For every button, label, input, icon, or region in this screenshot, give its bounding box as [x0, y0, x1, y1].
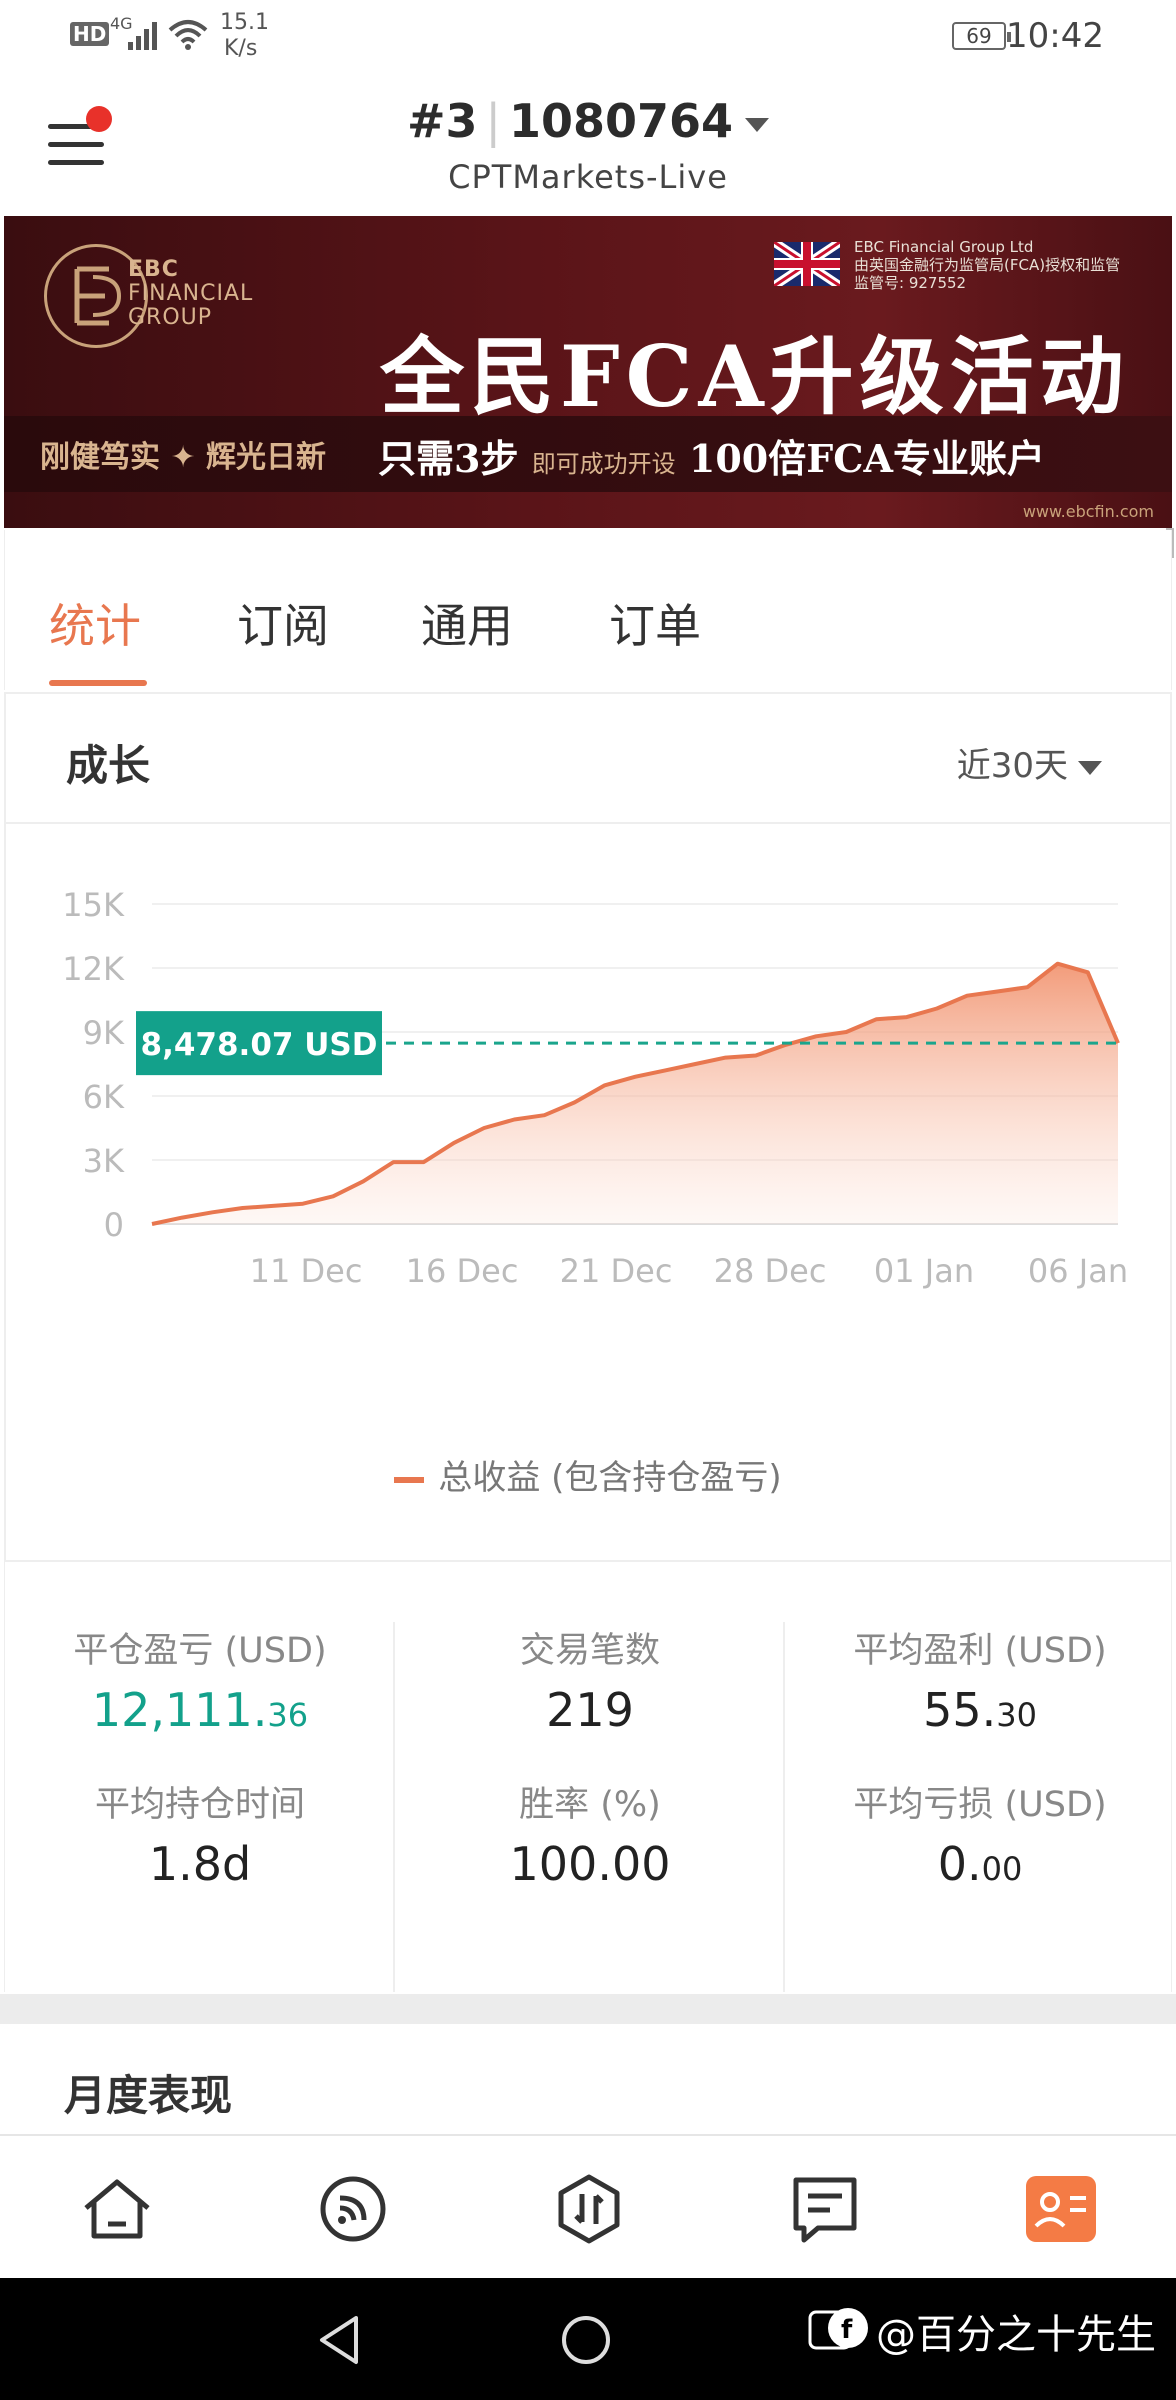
- account-switcher[interactable]: #3 | 1080764: [0, 94, 1176, 148]
- monthly-title: 月度表现: [64, 2071, 233, 2120]
- growth-header: 成长 近30天: [6, 694, 1170, 824]
- offer-connector: 即可成功开设: [531, 450, 676, 478]
- app-header: #3 | 1080764 CPTMarkets-Live: [0, 72, 1176, 212]
- stat-label: 平均亏损 (USD): [853, 1785, 1107, 1825]
- x-tick-label: 16 Dec: [406, 1252, 519, 1290]
- regulator-line-2: 由英国金融行为监管局(FCA)授权和监管: [854, 256, 1121, 274]
- stat-closed-pnl: 平仓盈亏 (USD) 12,111.36: [5, 1622, 395, 1737]
- clock: 10:42: [1006, 16, 1104, 56]
- company-line-3: GROUP: [128, 305, 213, 330]
- stat-value: 12,111.36: [91, 1683, 309, 1737]
- y-tick-label: 15K: [62, 886, 125, 924]
- banner-url: www.ebcfin.com: [1022, 502, 1154, 521]
- server-name: CPTMarkets-Live: [448, 158, 728, 196]
- speed-unit: K/s: [224, 36, 258, 61]
- regulator-line-1: EBC Financial Group Ltd: [854, 238, 1034, 256]
- stat-trades: 交易笔数 219: [395, 1622, 785, 1737]
- range-selector[interactable]: 近30天: [957, 738, 1102, 787]
- x-tick-label: 28 Dec: [714, 1252, 827, 1290]
- messages-icon[interactable]: [788, 2174, 862, 2244]
- stat-avg-hold-time: 平均持仓时间 1.8d: [5, 1776, 395, 1891]
- active-tab-indicator: [49, 680, 147, 686]
- trade-icon[interactable]: [552, 2174, 626, 2244]
- company-line-2: FINANCIAL: [128, 281, 254, 306]
- stat-avg-loss: 平均亏损 (USD) 0.00: [785, 1776, 1175, 1891]
- stat-value: 219: [546, 1683, 634, 1737]
- tab-bar: 统计 订阅 通用 订单: [4, 530, 1172, 690]
- stat-label: 交易笔数: [519, 1631, 660, 1671]
- tab-orders[interactable]: 订单: [609, 590, 701, 656]
- x-tick-label: 11 Dec: [250, 1252, 363, 1290]
- y-tick-label: 12K: [62, 950, 125, 988]
- x-tick-label: 01 Jan: [874, 1252, 974, 1290]
- chart-legend[interactable]: 总收益 (包含持仓盈亏): [6, 1450, 1170, 1499]
- tooltip-label: 8,478.07 USD: [141, 1027, 378, 1063]
- y-tick-label: 3K: [83, 1142, 125, 1180]
- y-tick-label: 6K: [83, 1078, 125, 1116]
- bottom-nav: [0, 2134, 1176, 2278]
- home-icon[interactable]: [80, 2174, 154, 2244]
- stat-value: 100.00: [509, 1837, 671, 1891]
- y-tick-label: 9K: [83, 1014, 125, 1052]
- tab-statistics[interactable]: 统计: [49, 590, 141, 656]
- stat-avg-profit: 平均盈利 (USD) 55.30: [785, 1622, 1175, 1737]
- regulator-info: EBC Financial Group Ltd 由英国金融行为监管局(FCA)授…: [854, 238, 1120, 292]
- growth-title: 成长: [66, 741, 151, 790]
- series-area: [152, 963, 1118, 1224]
- chevron-down-icon: [745, 117, 770, 132]
- account-number: 1080764: [509, 94, 734, 148]
- stat-label: 胜率 (%): [519, 1785, 661, 1825]
- watermark-logo-icon: f: [808, 2308, 868, 2350]
- back-icon[interactable]: [316, 2314, 362, 2366]
- stat-value: 55.30: [923, 1683, 1037, 1737]
- account-index: #3: [406, 94, 478, 148]
- offer-account: 100倍FCA专业账户: [688, 436, 1045, 481]
- home-circle-icon[interactable]: [560, 2314, 612, 2366]
- stat-label: 平均持仓时间: [94, 1785, 305, 1825]
- company-name: EBC FINANCIAL GROUP: [128, 258, 253, 330]
- stat-value: 0.00: [937, 1837, 1023, 1891]
- growth-card: 成长 近30天 8,478.07 USD 15K 12K 9K 6K 3K 0 11 Dec…: [4, 692, 1172, 1562]
- stat-win-rate: 胜率 (%) 100.00: [395, 1776, 785, 1891]
- svg-text:f: f: [841, 2315, 853, 2345]
- banner-offer: 只需3步 即可成功开设 100倍FCA专业账户: [378, 428, 1045, 483]
- banner-headline: 全民FCA升级活动: [380, 327, 1130, 426]
- legend-label: 总收益 (包含持仓盈亏): [438, 1458, 782, 1498]
- battery-icon: 69: [952, 22, 1011, 50]
- stats-panel: 平仓盈亏 (USD) 12,111.36 交易笔数 219 平均盈利 (USD)…: [4, 1562, 1172, 1992]
- company-line-1: EBC: [128, 257, 179, 282]
- section-gap: [0, 1994, 1176, 2024]
- tab-subscriptions[interactable]: 订阅: [237, 590, 329, 656]
- range-label: 近30天: [956, 746, 1068, 786]
- signal-icon: [128, 22, 157, 50]
- stat-label: 平仓盈亏 (USD): [73, 1631, 327, 1671]
- banner-slogan: 刚健笃实 ✦ 辉光日新: [40, 440, 327, 475]
- y-tick-label: 0: [104, 1206, 124, 1244]
- status-bar: HD 4G 15.1 K/s 69 10:42: [0, 0, 1176, 72]
- growth-chart[interactable]: 8,478.07 USD 15K 12K 9K 6K 3K 0 11 Dec 16 Dec 21…: [6, 824, 1170, 1404]
- x-tick-label: 06 Jan: [1028, 1252, 1128, 1290]
- network-indicator: HD: [70, 22, 110, 46]
- watermark-text: @百分之十先生: [876, 2312, 1156, 2358]
- x-tick-label: 21 Dec: [560, 1252, 673, 1290]
- stat-value: 1.8d: [148, 1837, 252, 1891]
- speed-value: 15.1: [220, 10, 269, 35]
- wifi-icon: [168, 20, 208, 50]
- uk-flag-icon: [774, 242, 840, 286]
- signal-feed-icon[interactable]: [316, 2174, 390, 2244]
- profile-card-icon[interactable]: [1024, 2174, 1098, 2244]
- chevron-down-icon: [1078, 760, 1102, 775]
- promo-banner[interactable]: EBC FINANCIAL GROUP EBC Financial Group …: [4, 216, 1172, 528]
- offer-steps: 只需3步: [378, 436, 519, 481]
- regulator-line-3: 监管号: 927552: [854, 274, 967, 292]
- stat-label: 平均盈利 (USD): [853, 1631, 1107, 1671]
- tab-general[interactable]: 通用: [421, 590, 513, 656]
- legend-swatch: [394, 1476, 425, 1483]
- monthly-section: 月度表现: [4, 2024, 1172, 2134]
